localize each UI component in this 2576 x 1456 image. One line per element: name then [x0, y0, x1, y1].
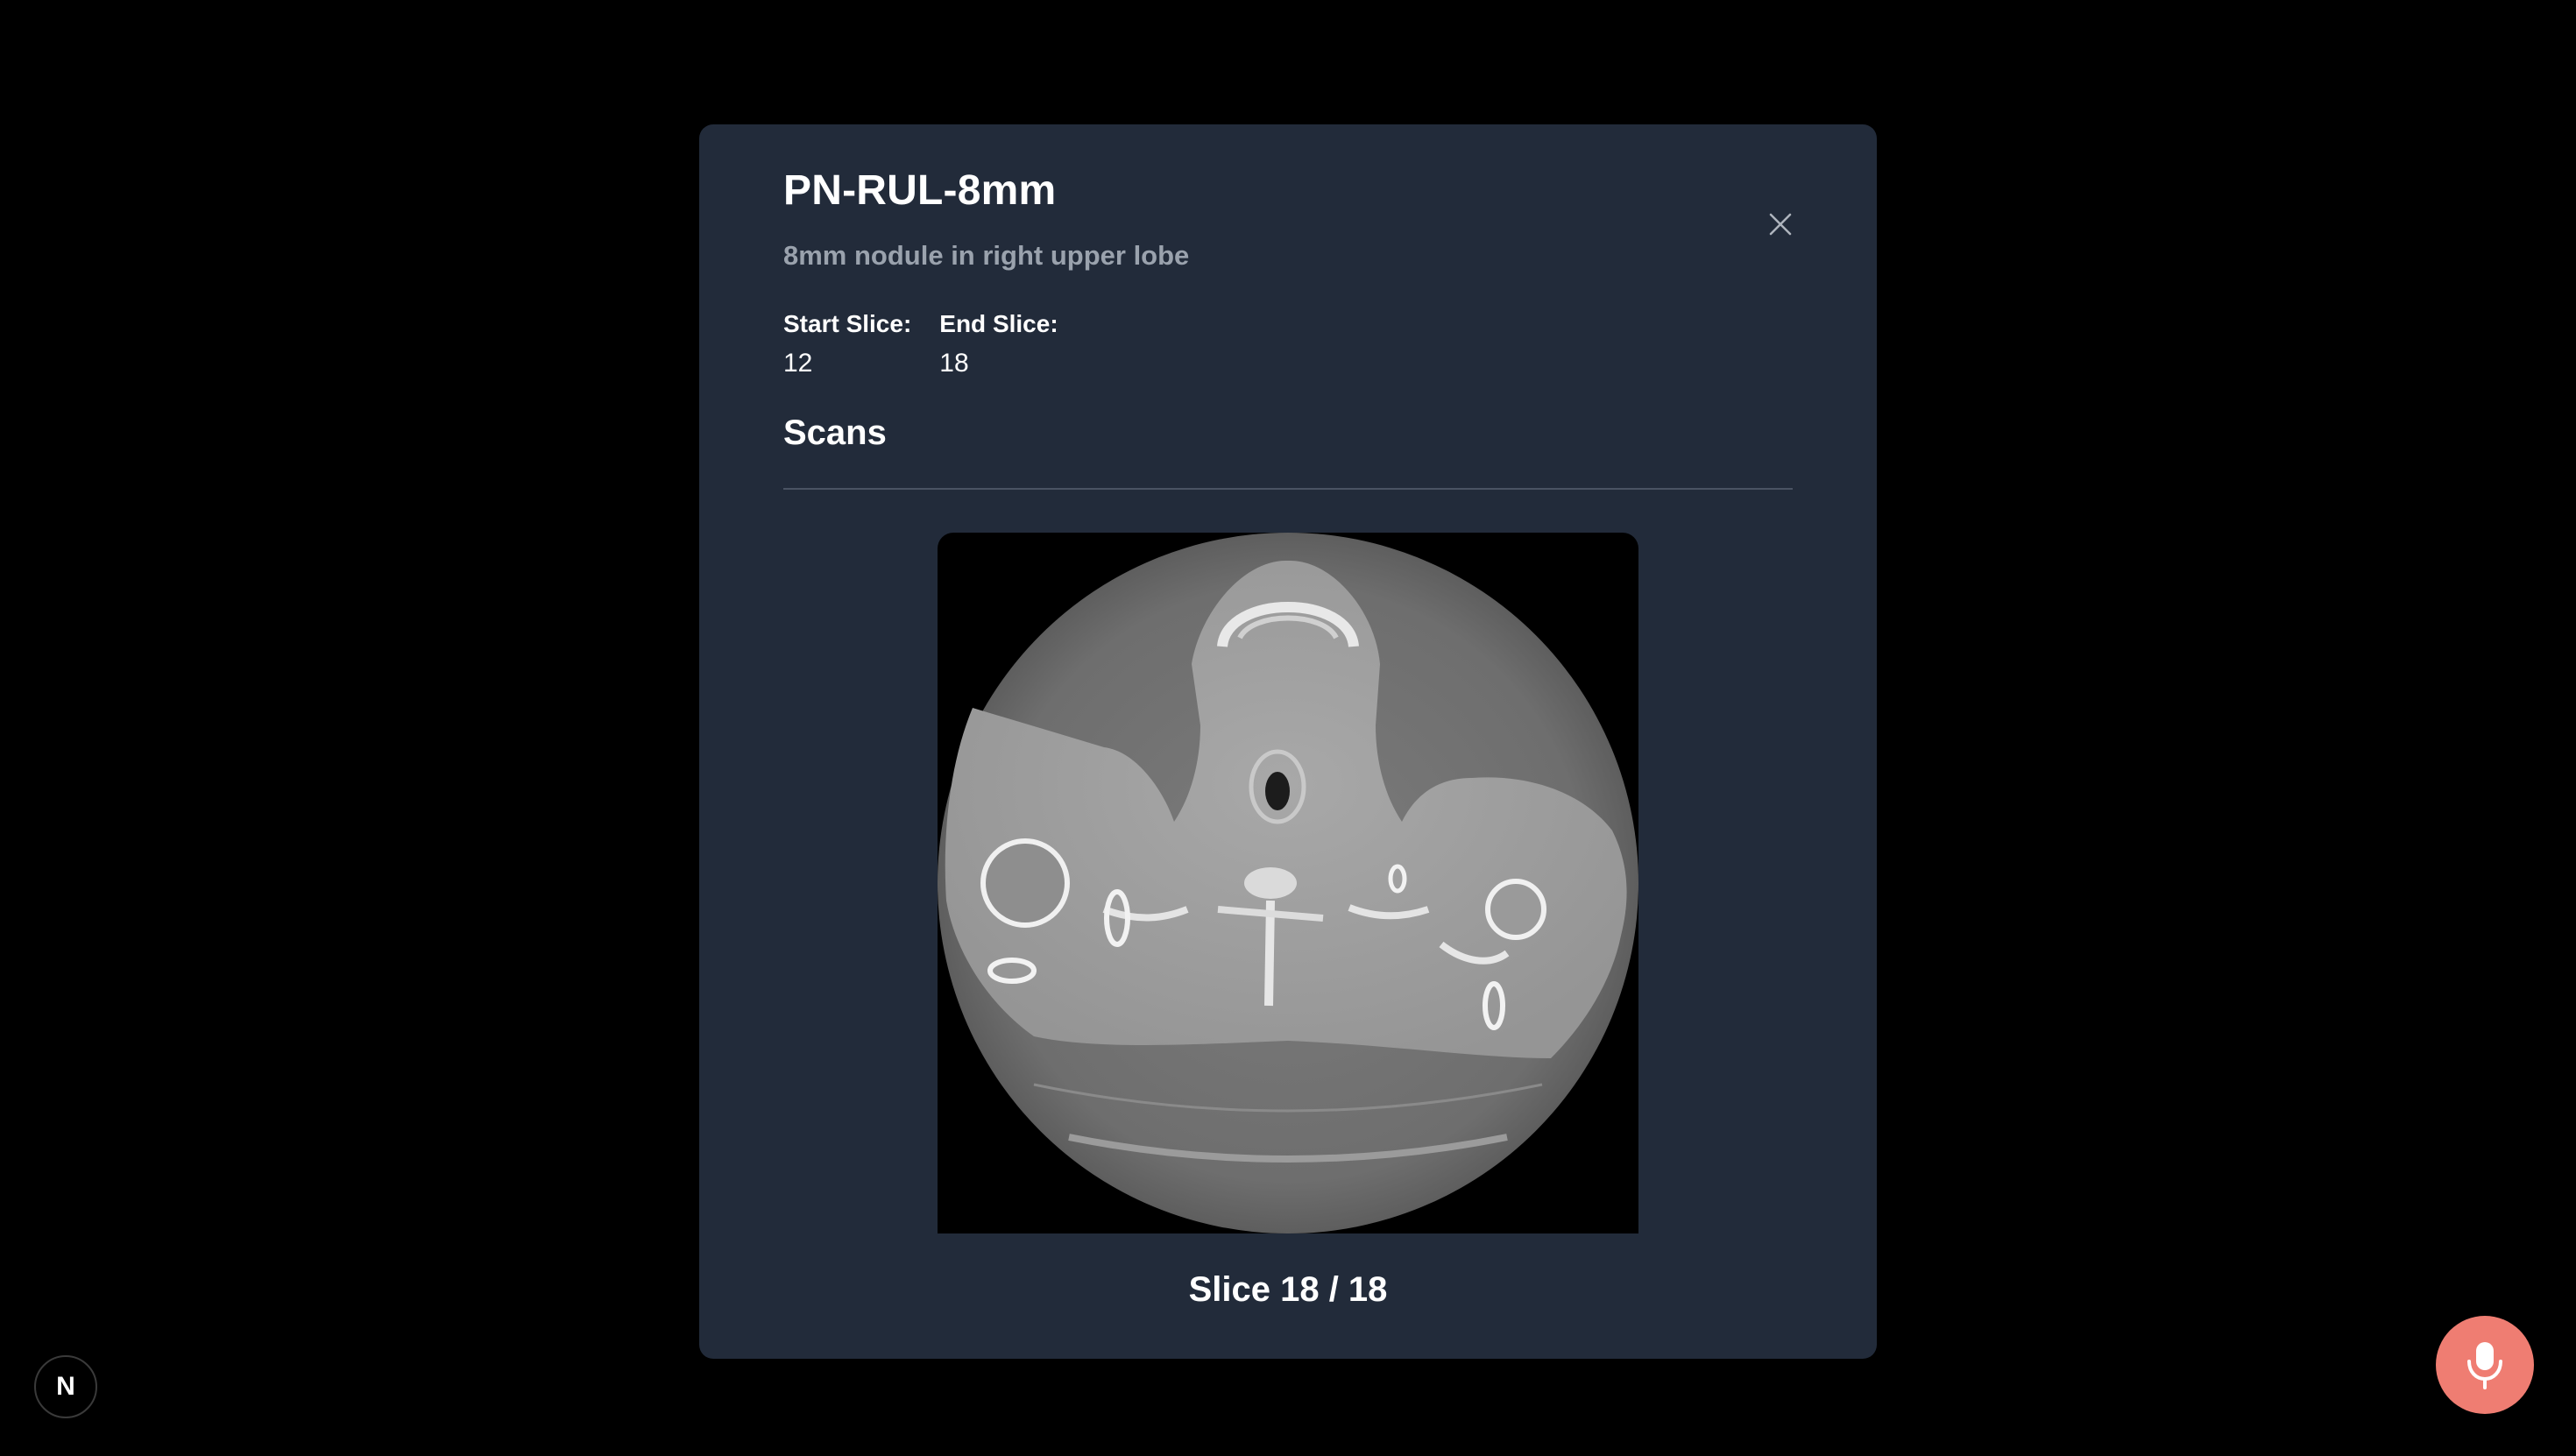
slice-range: Start Slice: 12 End Slice: 18	[783, 308, 1058, 382]
section-divider	[783, 488, 1793, 490]
nodule-detail-modal: PN-RUL-8mm 8mm nodule in right upper lob…	[699, 124, 1877, 1359]
microphone-button[interactable]	[2436, 1316, 2534, 1414]
close-button[interactable]	[1759, 203, 1801, 245]
microphone-icon	[2467, 1342, 2502, 1389]
modal-title: PN-RUL-8mm	[783, 167, 1057, 214]
start-slice-label: Start Slice:	[783, 310, 912, 337]
start-slice-field: Start Slice: 12	[783, 308, 911, 382]
nextjs-logo-icon: N	[56, 1372, 75, 1401]
modal-subtitle: 8mm nodule in right upper lobe	[783, 240, 1190, 271]
end-slice-field: End Slice: 18	[939, 308, 1058, 382]
end-slice-value: 18	[939, 349, 969, 378]
slice-counter: Slice 18 / 18	[1188, 1270, 1388, 1309]
ct-scan-image	[938, 533, 1638, 1233]
nextjs-dev-badge[interactable]: N	[34, 1355, 97, 1418]
end-slice-label: End Slice:	[939, 310, 1058, 337]
scans-section-title: Scans	[783, 413, 887, 452]
ct-scan-viewer[interactable]	[938, 533, 1638, 1233]
close-icon	[1769, 213, 1792, 236]
start-slice-value: 12	[783, 349, 813, 378]
